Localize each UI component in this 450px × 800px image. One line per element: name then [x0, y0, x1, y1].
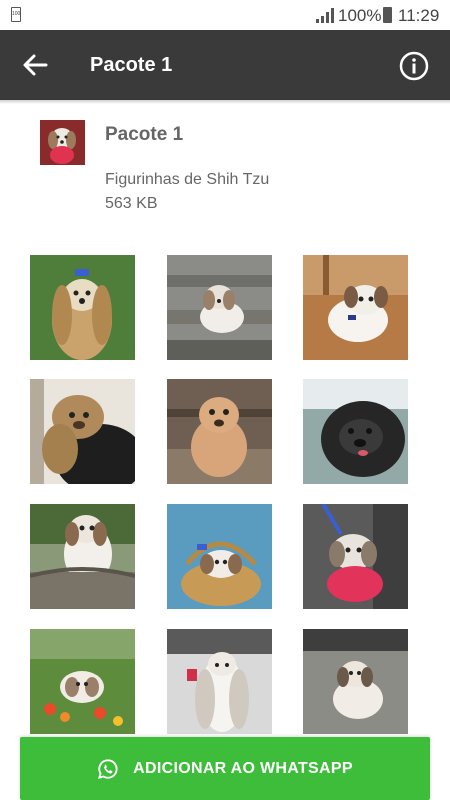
sticker-11[interactable] — [167, 629, 272, 734]
page-title: Pacote 1 — [90, 54, 173, 76]
info-circle-icon[interactable] — [399, 51, 429, 81]
sticker-5[interactable] — [167, 379, 272, 484]
sticker-3[interactable] — [303, 255, 408, 360]
add-to-whatsapp-button[interactable]: ADICIONAR AO WHATSAPP — [20, 737, 430, 800]
sticker-9[interactable] — [303, 504, 408, 609]
battery-saver-icon: 100 — [11, 7, 21, 22]
pack-tray-icon — [40, 120, 85, 165]
pack-name: Pacote 1 — [105, 124, 184, 145]
sticker-1[interactable] — [30, 255, 135, 360]
sticker-12[interactable] — [303, 629, 408, 734]
pack-author: Figurinhas de Shih Tzu — [105, 171, 270, 188]
battery-icon — [383, 7, 392, 23]
sticker-2[interactable] — [167, 255, 272, 360]
app-bar: Pacote 1 — [0, 30, 450, 100]
sticker-7[interactable] — [30, 504, 135, 609]
arrow-left-icon[interactable] — [20, 51, 50, 79]
sticker-6[interactable] — [303, 379, 408, 484]
whatsapp-icon — [98, 758, 118, 779]
battery-percent: 100% — [338, 6, 382, 25]
sticker-4[interactable] — [30, 379, 135, 484]
signal-icon — [316, 8, 334, 23]
clock: 11:29 — [398, 6, 440, 25]
app-bar-shadow — [0, 100, 450, 104]
sticker-10[interactable] — [30, 629, 135, 734]
add-button-label: ADICIONAR AO WHATSAPP — [133, 759, 353, 777]
status-bar: 100 100% 11:29 — [0, 0, 450, 30]
pack-size: 563 KB — [105, 195, 158, 212]
sticker-8[interactable] — [167, 504, 272, 609]
